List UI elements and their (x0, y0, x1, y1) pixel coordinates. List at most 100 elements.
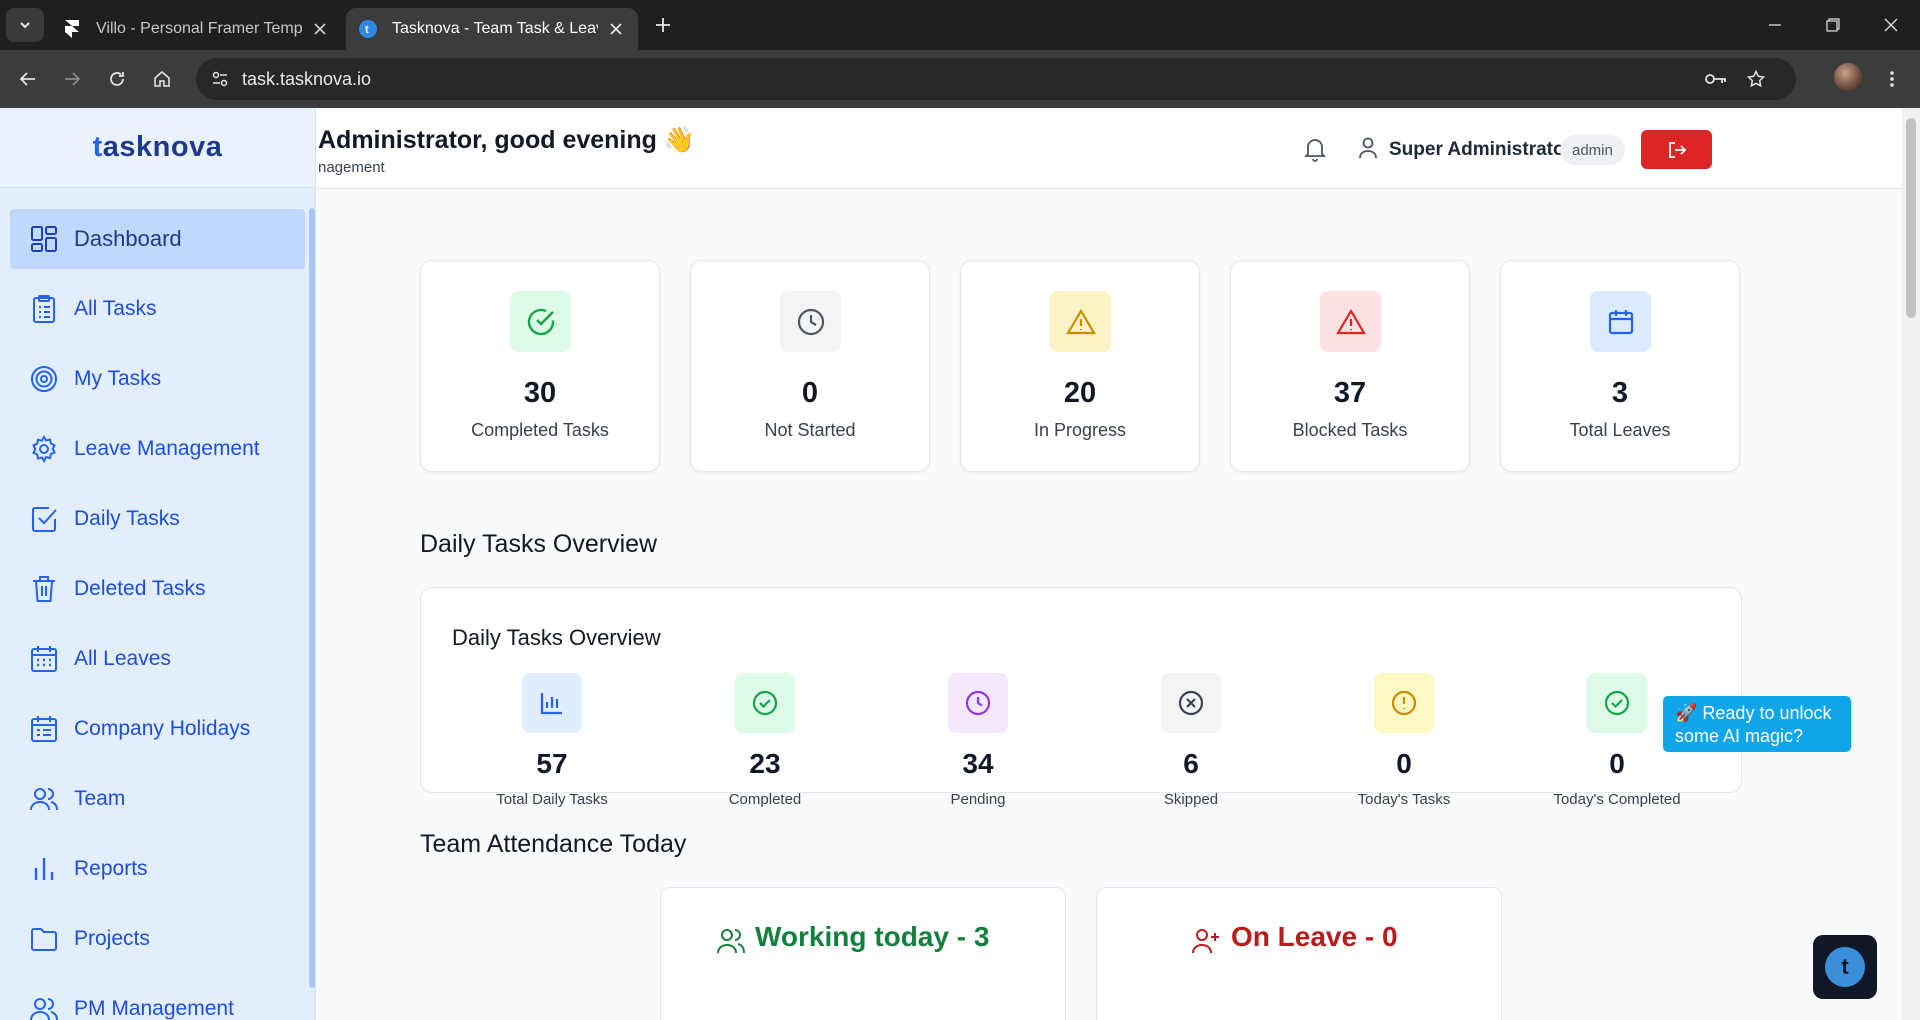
calendar-icon (28, 643, 60, 675)
clock-icon (780, 291, 841, 352)
chevron-down-icon (20, 22, 30, 29)
section-title-attendance: Team Attendance Today (420, 830, 687, 858)
attendance-working-card[interactable]: Working today - 3 (660, 887, 1066, 1020)
tab-search-button[interactable] (6, 8, 44, 42)
trash-icon (28, 573, 60, 605)
attendance-on-leave-text: On Leave - 0 (1231, 921, 1398, 952)
browser-tab-villo[interactable]: Villo - Personal Framer Template (50, 8, 342, 50)
sidebar-nav: Dashboard All Tasks My Tasks Leave Manag… (0, 188, 315, 1020)
warning-icon (1050, 291, 1111, 352)
logout-button[interactable] (1641, 130, 1712, 169)
stat-value: 37 (1333, 377, 1367, 409)
sidebar-item-deleted-tasks[interactable]: Deleted Tasks (10, 559, 305, 619)
sidebar-item-label: Projects (74, 927, 150, 950)
sidebar-item-dashboard[interactable]: Dashboard (10, 209, 305, 269)
notifications-button[interactable] (1300, 134, 1330, 164)
minimize-button[interactable] (1760, 10, 1790, 40)
stat-value: 3 (1611, 377, 1629, 409)
sidebar-item-label: All Tasks (74, 297, 157, 320)
sidebar-item-company-holidays[interactable]: Company Holidays (10, 699, 305, 759)
attendance-on-leave-card[interactable]: On Leave - 0 (1096, 887, 1502, 1020)
stat-card-not-started: 0 Not Started (690, 260, 930, 472)
sidebar-item-label: Deleted Tasks (74, 577, 206, 600)
main-content: Administrator, good evening 👋 nagement S… (316, 108, 1903, 1020)
user-icon (1356, 136, 1380, 160)
stat-label: Not Started (764, 420, 856, 440)
forward-button[interactable] (56, 63, 88, 95)
sidebar-item-all-tasks[interactable]: All Tasks (10, 279, 305, 339)
sidebar-item-label: All Leaves (74, 647, 171, 670)
x-circle-icon (1161, 673, 1221, 733)
sidebar-item-projects[interactable]: Projects (10, 909, 305, 969)
new-tab-button[interactable] (650, 12, 676, 38)
close-icon[interactable] (310, 19, 330, 39)
sidebar-item-label: Daily Tasks (74, 507, 180, 530)
sidebar-item-label: Team (74, 787, 126, 810)
browser-menu-button[interactable] (1876, 63, 1908, 95)
stat-card-in-progress: 20 In Progress (960, 260, 1200, 472)
url-text: task.tasknova.io (242, 69, 372, 89)
clipboard-icon (28, 293, 60, 325)
arrow-left-icon (19, 72, 35, 86)
scrollbar-thumb[interactable] (1906, 118, 1916, 318)
reload-icon (110, 72, 124, 86)
bookmark-star-icon[interactable] (1740, 63, 1772, 95)
daily-stat-label: Today's Tasks (1357, 791, 1451, 808)
stat-card-total-leaves: 3 Total Leaves (1500, 260, 1740, 472)
sidebar-item-leave-management[interactable]: Leave Management (10, 419, 305, 479)
logo-accent: t (92, 131, 103, 163)
page-subtitle: nagement (318, 159, 385, 176)
sidebar-item-daily-tasks[interactable]: Daily Tasks (10, 489, 305, 549)
stat-card-blocked: 37 Blocked Tasks (1230, 260, 1470, 472)
stat-value: 30 (523, 377, 557, 409)
ai-promo-banner[interactable]: 🚀 Ready to unlock some AI magic? (1663, 696, 1851, 752)
target-icon (28, 363, 60, 395)
sidebar-item-label: My Tasks (74, 367, 162, 390)
logo-text: asknova (102, 131, 223, 163)
sidebar-scrollbar[interactable] (309, 208, 315, 988)
sidebar: tasknova Dashboard All Tasks My Tasks Le… (0, 108, 316, 1020)
warning-icon (1320, 291, 1381, 352)
page-scrollbar[interactable] (1902, 108, 1920, 1020)
user-name: Super Administrator (1389, 139, 1572, 160)
bell-icon (1303, 139, 1327, 162)
close-icon[interactable] (606, 19, 626, 39)
sidebar-item-team[interactable]: Team (10, 769, 305, 829)
sidebar-item-my-tasks[interactable]: My Tasks (10, 349, 305, 409)
daily-stat-value: 34 (962, 748, 994, 779)
users-icon (716, 926, 746, 956)
sidebar-item-all-leaves[interactable]: All Leaves (10, 629, 305, 689)
sidebar-item-pm-management[interactable]: PM Management (10, 979, 305, 1020)
chat-widget-button[interactable]: t (1813, 935, 1877, 999)
stat-label: Completed Tasks (471, 420, 609, 440)
browser-tab-tasknova[interactable]: t Tasknova - Team Task & Leave Managemen… (346, 8, 638, 50)
close-window-button[interactable] (1876, 10, 1906, 40)
check-circle-icon (735, 673, 795, 733)
calendar-icon (1590, 291, 1651, 352)
password-key-icon[interactable] (1700, 63, 1732, 95)
stat-label: In Progress (1033, 420, 1127, 440)
home-icon (154, 70, 170, 87)
users-gear-icon (28, 993, 60, 1020)
role-badge: admin (1560, 135, 1625, 165)
daily-stat-value: 0 (1396, 748, 1412, 779)
sidebar-item-reports[interactable]: Reports (10, 839, 305, 899)
attendance-working-text: Working today - 3 (755, 921, 990, 952)
daily-stat-value: 0 (1609, 748, 1625, 779)
user-plus-icon (1191, 926, 1221, 956)
bar-chart-icon (522, 673, 582, 733)
restore-button[interactable] (1818, 10, 1848, 40)
address-bar[interactable]: task.tasknova.io (196, 58, 1796, 100)
folder-icon (28, 923, 60, 955)
back-button[interactable] (12, 63, 44, 95)
check-circle-icon (1587, 673, 1647, 733)
stat-label: Total Leaves (1569, 420, 1671, 440)
daily-stat-label: Pending (950, 791, 1006, 808)
daily-stat-label: Today's Completed (1553, 791, 1681, 808)
tasknova-logo[interactable]: tasknova (0, 108, 315, 188)
profile-avatar[interactable] (1834, 63, 1862, 91)
reload-button[interactable] (101, 63, 133, 95)
site-info-icon[interactable] (204, 63, 236, 95)
minimize-icon (1769, 24, 1781, 26)
home-button[interactable] (146, 63, 178, 95)
